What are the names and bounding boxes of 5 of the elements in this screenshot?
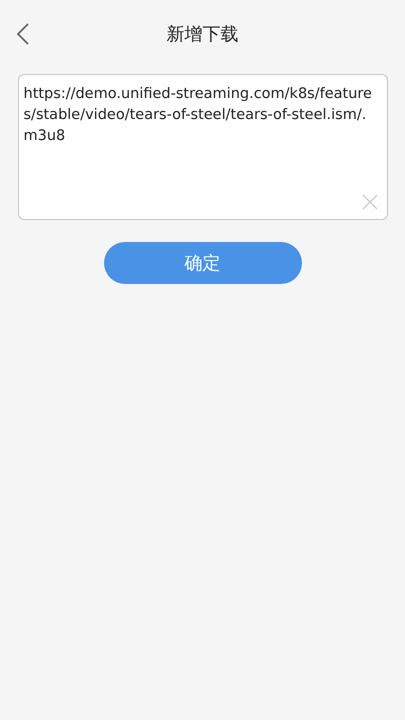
back-icon — [16, 22, 30, 46]
page-title: 新增下载 — [166, 23, 238, 46]
url-field[interactable]: https://demo.unified-streaming.com/k8s/features/stable/video/tears-of-steel/tears-of-steel.ism/.m3u8 — [18, 74, 388, 220]
url-text: https://demo.unified-streaming.com/k8s/features/stable/video/tears-of-steel/tears-of-steel.ism/.m3u8 — [24, 85, 373, 146]
close-icon — [360, 193, 378, 211]
